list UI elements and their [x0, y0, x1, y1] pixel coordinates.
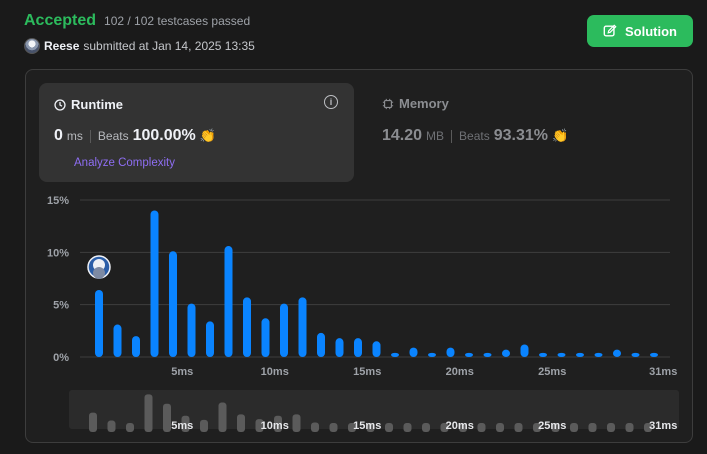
user-avatar[interactable] [24, 38, 40, 54]
runtime-beats: 100.00% [132, 127, 196, 144]
solution-button[interactable]: Solution [587, 15, 693, 47]
clock-icon [54, 98, 66, 111]
info-icon[interactable]: i [324, 95, 338, 109]
results-panel: Runtime i 0 ms Beats 100.00% 👏 Analyze C… [25, 69, 693, 443]
memory-title: Memory [399, 96, 449, 111]
memory-beats: 93.31% [493, 127, 548, 144]
memory-unit: MB [426, 129, 445, 143]
clap-icon: 👏 [199, 128, 216, 143]
edit-icon [603, 24, 617, 37]
submission-header: Accepted 102 / 102 testcases passed Rees… [24, 12, 255, 54]
solution-button-label: Solution [625, 23, 677, 39]
runtime-value: 0 [54, 127, 63, 144]
memory-value: 14.20 [382, 127, 423, 144]
memory-card[interactable]: Memory 14.20 MB Beats 93.31% 👏 [382, 96, 568, 144]
runtime-unit: ms [66, 129, 83, 143]
user-name[interactable]: Reese [44, 39, 79, 53]
chip-icon [382, 98, 394, 109]
runtime-beats-label: Beats [97, 129, 129, 143]
status-accepted: Accepted [24, 12, 97, 29]
runtime-card[interactable]: Runtime i 0 ms Beats 100.00% 👏 Analyze C… [39, 83, 354, 182]
clap-icon: 👏 [552, 128, 569, 143]
divider [451, 129, 453, 143]
runtime-title: Runtime [71, 97, 123, 112]
memory-beats-label: Beats [459, 129, 490, 143]
divider [89, 129, 91, 143]
submitted-time: submitted at Jan 14, 2025 13:35 [83, 39, 255, 53]
testcases-passed: 102 / 102 testcases passed [104, 14, 251, 28]
analyze-complexity-link[interactable]: Analyze Complexity [74, 157, 175, 169]
